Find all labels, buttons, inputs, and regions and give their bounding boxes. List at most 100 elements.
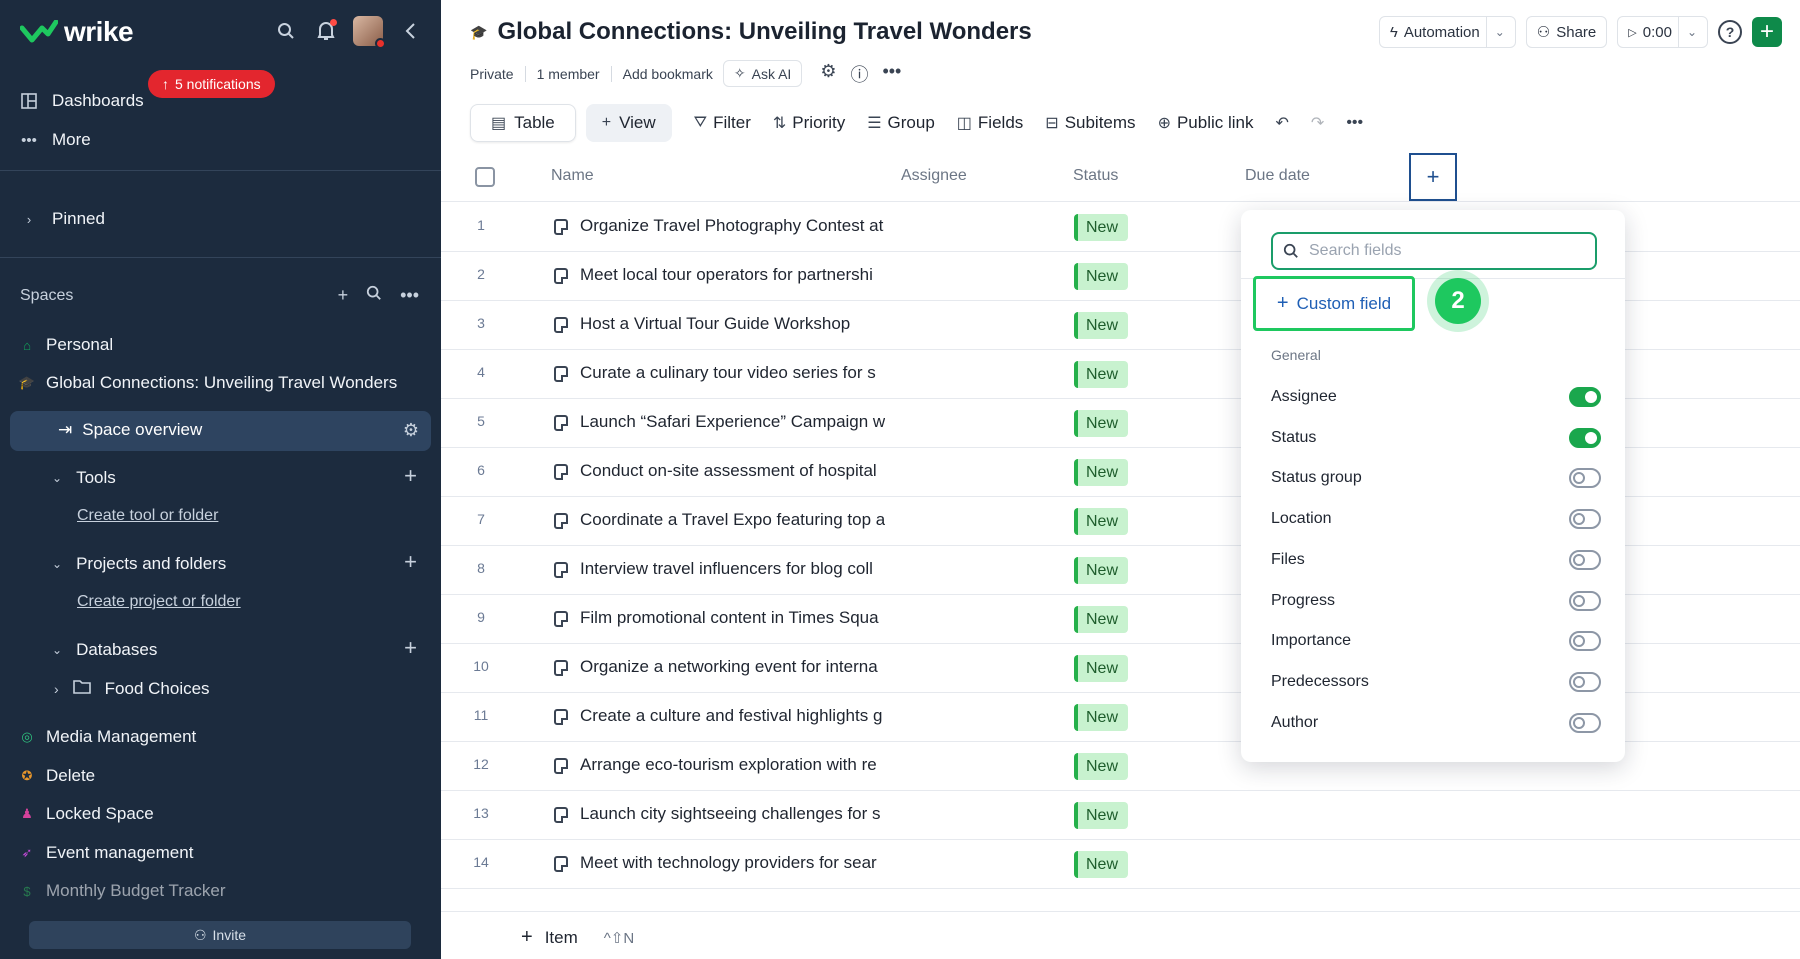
sidebar-item-dashboards[interactable]: Dashboards <box>20 91 144 111</box>
spaces-more-icon[interactable]: ••• <box>400 285 419 306</box>
field-toggle[interactable] <box>1569 671 1601 692</box>
field-row[interactable]: Status <box>1271 418 1601 458</box>
task-name[interactable]: Conduct on-site assessment of hospital <box>580 461 885 481</box>
space-item-event-management[interactable]: ➶ Event management <box>20 843 194 863</box>
search-icon[interactable] <box>273 18 299 44</box>
sidebar-item-more[interactable]: ••• More <box>20 130 91 150</box>
search-fields-input[interactable] <box>1309 242 1579 260</box>
field-toggle[interactable] <box>1569 509 1601 530</box>
table-row[interactable]: 13 Launch city sightseeing challenges for… <box>441 791 1800 840</box>
space-item-personal[interactable]: ⌂ Personal <box>20 335 113 355</box>
gear-icon[interactable]: ⚙ <box>820 61 836 87</box>
sidebar-item-pinned[interactable]: › Pinned <box>20 209 105 229</box>
undo-button[interactable]: ↶ <box>1276 113 1289 133</box>
redo-button[interactable]: ↷ <box>1311 113 1324 133</box>
add-view-button[interactable]: + View <box>585 104 672 142</box>
avatar[interactable] <box>353 16 386 49</box>
tree-item-tools[interactable]: ⌄ Tools <box>52 468 116 488</box>
automation-button[interactable]: ϟ Automation ⌄ <box>1378 16 1516 48</box>
status-badge[interactable]: New <box>1074 655 1129 682</box>
priority-button[interactable]: ⇅ Priority <box>773 113 845 133</box>
task-name[interactable]: Create a culture and festival highlights… <box>580 706 885 726</box>
status-badge[interactable]: New <box>1074 214 1129 241</box>
fields-button[interactable]: ◫ Fields <box>957 113 1023 133</box>
status-badge[interactable]: New <box>1074 557 1129 584</box>
status-badge[interactable]: New <box>1074 851 1129 878</box>
group-button[interactable]: ☰ Group <box>867 113 935 133</box>
space-item-locked-space[interactable]: ♟ Locked Space <box>20 804 154 824</box>
space-item-delete[interactable]: ✪ Delete <box>20 766 96 786</box>
status-badge[interactable]: New <box>1074 753 1129 780</box>
field-row[interactable]: Importance <box>1271 621 1601 661</box>
timer-button[interactable]: ▷ 0:00 ⌄ <box>1617 16 1708 48</box>
status-badge[interactable]: New <box>1074 802 1129 829</box>
tree-item-food-choices[interactable]: › Food Choices <box>54 679 210 699</box>
add-tool-plus-icon[interactable]: + <box>404 463 417 489</box>
bell-icon[interactable] <box>313 18 339 44</box>
notifications-badge[interactable]: ↑ 5 notifications <box>148 70 275 98</box>
create-project-link[interactable]: Create project or folder <box>77 593 241 611</box>
field-row[interactable]: Assignee <box>1271 377 1601 417</box>
create-tool-link[interactable]: Create tool or folder <box>77 507 218 525</box>
space-item-monthly-budget[interactable]: $ Monthly Budget Tracker <box>20 881 225 901</box>
field-row[interactable]: Files <box>1271 540 1601 580</box>
ask-ai-button[interactable]: ✧ Ask AI <box>722 60 803 87</box>
field-toggle[interactable] <box>1569 549 1601 570</box>
field-toggle[interactable] <box>1569 468 1601 489</box>
help-icon[interactable]: ? <box>1718 20 1742 44</box>
field-row[interactable]: Author <box>1271 703 1601 743</box>
create-new-plus-icon[interactable]: + <box>1752 17 1782 47</box>
field-row[interactable]: Status group <box>1271 458 1601 498</box>
column-header-assignee[interactable]: Assignee <box>901 167 967 185</box>
share-button[interactable]: ⚇ Share <box>1525 16 1608 48</box>
add-bookmark-link[interactable]: Add bookmark <box>623 66 713 82</box>
status-badge[interactable]: New <box>1074 459 1129 486</box>
task-name[interactable]: Launch city sightseeing challenges for s <box>580 804 885 824</box>
space-item-global-connections[interactable]: 🎓 Global Connections: Unveiling Travel W… <box>19 373 397 393</box>
field-toggle[interactable] <box>1569 712 1601 733</box>
wrike-logo[interactable]: wrike <box>20 16 134 48</box>
chevron-down-icon[interactable]: ⌄ <box>1485 17 1505 47</box>
status-badge[interactable]: New <box>1074 410 1129 437</box>
search-fields-box[interactable] <box>1271 232 1597 270</box>
subitems-button[interactable]: ⊟ Subitems <box>1045 113 1135 133</box>
task-name[interactable]: Meet with technology providers for sear <box>580 853 885 873</box>
task-name[interactable]: Coordinate a Travel Expo featuring top a <box>580 510 885 530</box>
select-all-checkbox[interactable] <box>475 167 495 187</box>
privacy-label[interactable]: Private <box>470 66 514 82</box>
tree-item-projects[interactable]: ⌄ Projects and folders <box>52 554 226 574</box>
collapse-sidebar-chevron-icon[interactable] <box>397 18 423 44</box>
task-name[interactable]: Interview travel influencers for blog co… <box>580 559 885 579</box>
filter-button[interactable]: ⛛ Filter <box>694 113 751 133</box>
chevron-down-icon[interactable]: ⌄ <box>1677 17 1697 47</box>
custom-field-button[interactable]: + Custom field <box>1253 276 1415 331</box>
info-icon[interactable]: ⓘ <box>850 61 868 87</box>
add-item-button[interactable]: + Item ^⇧N <box>521 926 634 949</box>
task-name[interactable]: Arrange eco-tourism exploration with re <box>580 755 885 775</box>
status-badge[interactable]: New <box>1074 361 1129 388</box>
task-name[interactable]: Organize a networking event for interna <box>580 657 885 677</box>
status-badge[interactable]: New <box>1074 263 1129 290</box>
task-name[interactable]: Launch “Safari Experience” Campaign w <box>580 412 885 432</box>
invite-button[interactable]: ⚇ Invite <box>29 921 411 949</box>
space-item-media-management[interactable]: ◎ Media Management <box>20 727 196 747</box>
tree-item-databases[interactable]: ⌄ Databases <box>52 640 157 660</box>
add-column-button[interactable]: + <box>1409 153 1457 201</box>
page-title[interactable]: Global Connections: Unveiling Travel Won… <box>497 18 1031 46</box>
field-toggle[interactable] <box>1569 631 1601 652</box>
status-badge[interactable]: New <box>1074 312 1129 339</box>
field-toggle[interactable] <box>1569 387 1601 407</box>
search-spaces-icon[interactable] <box>366 285 382 306</box>
status-badge[interactable]: New <box>1074 606 1129 633</box>
column-header-name[interactable]: Name <box>551 167 594 185</box>
field-row[interactable]: Location <box>1271 499 1601 539</box>
column-header-due-date[interactable]: Due date <box>1245 167 1310 185</box>
add-project-plus-icon[interactable]: + <box>404 549 417 575</box>
task-name[interactable]: Film promotional content in Times Squa <box>580 608 885 628</box>
task-name[interactable]: Host a Virtual Tour Guide Workshop <box>580 314 885 334</box>
members-label[interactable]: 1 member <box>537 66 600 82</box>
more-dots-icon[interactable]: ••• <box>882 61 901 87</box>
gear-icon[interactable]: ⚙ <box>403 420 419 441</box>
task-name[interactable]: Curate a culinary tour video series for … <box>580 363 885 383</box>
status-badge[interactable]: New <box>1074 704 1129 731</box>
